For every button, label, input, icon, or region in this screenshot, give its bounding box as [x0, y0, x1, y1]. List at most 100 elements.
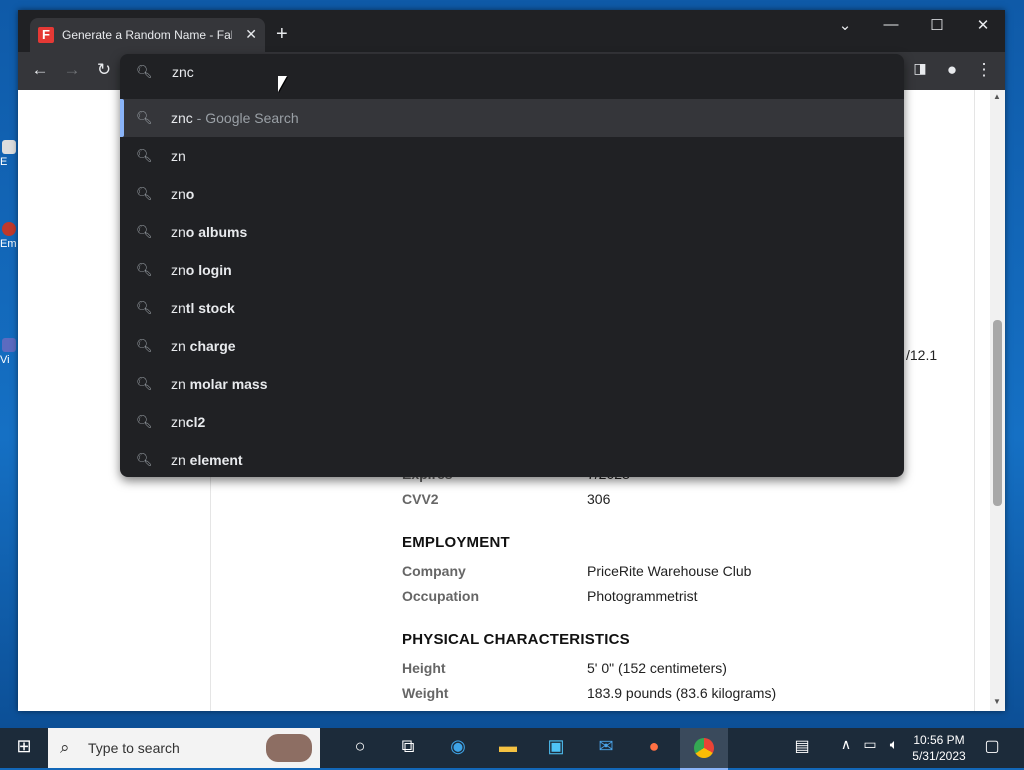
- suggestion-prefix: zn: [171, 376, 186, 392]
- suggestion-completion: o albums: [185, 224, 248, 240]
- file-explorer-icon[interactable]: ▬: [494, 736, 522, 757]
- notifications-icon[interactable]: ▢: [978, 736, 1006, 756]
- forward-icon[interactable]: →: [60, 60, 84, 80]
- profile-icon[interactable]: ●: [940, 60, 964, 80]
- chrome-taskbar-button[interactable]: [680, 728, 728, 770]
- suggestion-completion: molar mass: [185, 376, 268, 392]
- side-panel-icon[interactable]: ◨: [908, 60, 932, 77]
- taskbar: ⊞ ⌕ Type to search ○ ⧉ ◉ ▬ ▣ ✉ ● ▤ ∧ ▭ 🔈…: [0, 728, 1024, 770]
- suggestion-item[interactable]: 🔍︎ zno login: [120, 251, 904, 289]
- suggestion-item[interactable]: 🔍︎ zncl2: [120, 403, 904, 441]
- app-icon: [2, 140, 16, 154]
- mouse-cursor-icon: [278, 76, 287, 92]
- search-icon: 🔍︎: [136, 262, 153, 277]
- suggestion-item[interactable]: 🔍︎ zn: [120, 137, 904, 175]
- partial-text: /12.1: [906, 347, 938, 363]
- suggestion-text: zno albums: [171, 224, 247, 240]
- app-icon: [2, 222, 16, 236]
- app-icon: [2, 338, 16, 352]
- new-tab-icon[interactable]: +: [276, 24, 288, 44]
- desktop-icon-label: Em: [0, 238, 17, 250]
- suggestion-item[interactable]: 🔍︎ zno albums: [120, 213, 904, 251]
- address-bar-input[interactable]: [170, 60, 874, 84]
- task-view-icon[interactable]: ⧉: [394, 736, 422, 757]
- clock-date: 5/31/2023: [912, 749, 966, 763]
- suggestion-item[interactable]: 🔍︎ zn element: [120, 441, 904, 479]
- suggestion-text: zn charge: [171, 338, 236, 354]
- height-value: 5' 0" (152 centimeters): [587, 660, 727, 676]
- cortana-icon[interactable]: ○: [346, 736, 374, 757]
- physical-heading: PHYSICAL CHARACTERISTICS: [402, 631, 630, 648]
- suggestion-prefix: zn: [171, 300, 186, 316]
- firefox-icon[interactable]: ●: [640, 736, 668, 757]
- suggestion-prefix: zn: [171, 452, 186, 468]
- suggestion-prefix: zn: [171, 224, 186, 240]
- company-value: PriceRite Warehouse Club: [587, 563, 752, 579]
- suggestion-text: zno login: [171, 262, 232, 278]
- suggestion-item[interactable]: 🔍︎ zntl stock: [120, 289, 904, 327]
- desktop-icon-label: Vi: [0, 354, 10, 366]
- suggestion-text: zncl2: [171, 414, 205, 430]
- taskbar-search-placeholder: Type to search: [88, 740, 180, 756]
- weight-value: 183.9 pounds (83.6 kilograms): [587, 685, 777, 701]
- browser-window: F Generate a Random Name - Fake ✕ + ⌄ — …: [18, 10, 1005, 711]
- suggestion-text: zn element: [171, 452, 243, 468]
- news-icon[interactable]: ▤: [788, 736, 816, 756]
- favicon-icon: F: [38, 27, 54, 43]
- suggestion-item[interactable]: 🔍︎ zn molar mass: [120, 365, 904, 403]
- reload-icon[interactable]: ↻: [92, 60, 116, 80]
- desktop-icon[interactable]: Em: [0, 222, 18, 250]
- suggestion-query: znc: [171, 110, 193, 126]
- tab-search-chevron-icon[interactable]: ⌄: [830, 16, 860, 34]
- edge-icon[interactable]: ◉: [444, 736, 472, 757]
- company-label: Company: [402, 563, 466, 579]
- occupation-value: Photogrammetrist: [587, 588, 698, 604]
- desktop-icon[interactable]: Vi: [0, 338, 18, 366]
- store-icon[interactable]: ▣: [542, 736, 570, 757]
- suggestion-prefix: zn: [171, 186, 186, 202]
- menu-icon[interactable]: ⋮: [972, 60, 996, 80]
- suggestion-completion: element: [185, 452, 243, 468]
- suggestion-prefix: zn: [171, 414, 186, 430]
- suggestion-engine: - Google Search: [192, 110, 299, 126]
- suggestion-item[interactable]: 🔍︎ znc - Google Search: [120, 99, 904, 137]
- minimize-icon[interactable]: —: [876, 16, 906, 33]
- omnibox-dropdown: 🔍︎ 🔍︎znc - Google Search🔍︎zn🔍︎zno🔍︎zno a…: [120, 54, 904, 477]
- suggestion-text: zntl stock: [171, 300, 235, 316]
- suggestion-text: zn molar mass: [171, 376, 268, 392]
- search-icon: 🔍︎: [136, 110, 153, 125]
- search-icon: 🔍︎: [136, 338, 153, 353]
- tab-close-icon[interactable]: ✕: [245, 26, 257, 43]
- scrollbar-thumb[interactable]: [993, 320, 1002, 506]
- maximize-icon[interactable]: ☐: [922, 16, 952, 34]
- cvv2-label: CVV2: [402, 491, 439, 507]
- suggestion-prefix: zn: [171, 148, 186, 164]
- suggestion-item[interactable]: 🔍︎ zn charge: [120, 327, 904, 365]
- window-close-icon[interactable]: ✕: [968, 16, 998, 34]
- suggestion-item[interactable]: 🔍︎ zno: [120, 175, 904, 213]
- volume-icon[interactable]: 🔈︎: [880, 736, 908, 753]
- scroll-down-icon[interactable]: ▼: [993, 697, 1001, 706]
- search-icon: 🔍︎: [136, 64, 153, 79]
- search-icon: 🔍︎: [136, 414, 153, 429]
- suggestion-completion: charge: [185, 338, 236, 354]
- tab-title: Generate a Random Name - Fake: [62, 28, 232, 42]
- back-icon[interactable]: ←: [28, 60, 52, 80]
- clock[interactable]: 10:56 PM 5/31/2023: [908, 732, 970, 764]
- clock-time: 10:56 PM: [913, 733, 965, 747]
- start-button-icon[interactable]: ⊞: [10, 736, 38, 757]
- mail-icon[interactable]: ✉: [592, 736, 620, 757]
- tab-strip: F Generate a Random Name - Fake ✕ + ⌄ — …: [18, 10, 1005, 52]
- taskbar-search[interactable]: ⌕ Type to search: [48, 728, 320, 768]
- chrome-icon: [694, 738, 714, 758]
- scrollbar[interactable]: ▲ ▼: [990, 90, 1005, 711]
- omnibox[interactable]: 🔍︎: [120, 54, 904, 88]
- search-icon: 🔍︎: [136, 224, 153, 239]
- suggestion-text: zn: [171, 148, 186, 164]
- tab-active[interactable]: F Generate a Random Name - Fake ✕: [30, 18, 265, 52]
- desktop-icon[interactable]: E: [0, 140, 18, 168]
- suggestion-completion: o login: [185, 262, 232, 278]
- scroll-up-icon[interactable]: ▲: [993, 92, 1001, 101]
- search-icon: 🔍︎: [136, 452, 153, 467]
- suggestion-prefix: zn: [171, 262, 186, 278]
